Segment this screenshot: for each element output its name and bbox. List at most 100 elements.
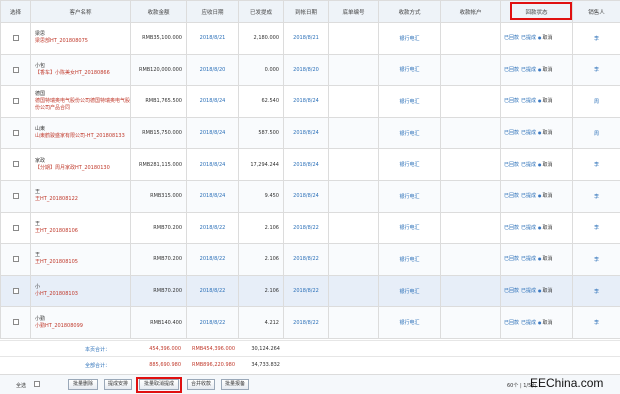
row-select-cell	[0, 53, 31, 87]
cancel-link[interactable]: 取消	[538, 288, 553, 294]
table-row[interactable]: 小小HT_201808103 RMB70.200 2018/8/22 2.106 201…	[0, 274, 620, 308]
select-all-checkbox[interactable]	[34, 381, 40, 387]
contract-code[interactable]: 德国特瑞奥电气股份公司德国特瑞奥电气股份公司产品合同	[35, 98, 130, 112]
col-receipt-no[interactable]: 底单编号	[328, 0, 379, 23]
status-commissioned: 已提成	[521, 319, 537, 326]
contract-code[interactable]: 山東鹤骏盛家有限公司-HT_201808133	[35, 133, 130, 140]
row-checkbox[interactable]	[12, 319, 19, 326]
customer-cell[interactable]: 王王HT_201808106	[30, 211, 131, 245]
col-amount[interactable]: 收款金额	[130, 0, 187, 23]
row-checkbox[interactable]	[12, 66, 19, 73]
customer-name[interactable]: 王	[35, 252, 130, 259]
cancel-link[interactable]: 取消	[538, 162, 553, 168]
row-checkbox[interactable]	[12, 129, 19, 136]
customer-cell[interactable]: 家政 【分期】周月家政HT_20180130	[30, 148, 131, 181]
customer-cell[interactable]: 王王HT_201808122	[30, 179, 131, 213]
status-commissioned: 已提成	[521, 256, 537, 263]
cancel-link[interactable]: 取消	[538, 320, 553, 326]
status-paid: 已回款	[504, 130, 520, 137]
contract-code[interactable]: 小勤HT_201808099	[35, 323, 130, 330]
row-checkbox[interactable]	[12, 35, 19, 42]
table-row[interactable]: 小包 【香车】小陈美女HT_20180866 RMB120,000.000 2018/…	[0, 53, 620, 87]
row-checkbox[interactable]	[12, 256, 19, 263]
contract-code[interactable]: 【分期】周月家政HT_20180130	[35, 165, 130, 172]
customer-name[interactable]: 小勤	[35, 316, 130, 323]
customer-name[interactable]: 小	[35, 284, 130, 291]
status-cell: 已回款已提成取消	[500, 22, 573, 55]
customer-cell[interactable]: 德国 德国特瑞奥电气股份公司德国特瑞奥电气股份公司产品合同	[30, 85, 131, 118]
col-due-date[interactable]: 应收日期	[186, 0, 239, 23]
row-checkbox[interactable]	[12, 161, 19, 168]
cancel-link[interactable]: 取消	[538, 98, 553, 104]
row-select-cell	[0, 85, 31, 118]
table-row[interactable]: 王王HT_201808105 RMB70.200 2018/8/22 2.106 201…	[0, 243, 620, 276]
col-sales[interactable]: 销售人	[572, 0, 620, 23]
cancel-link[interactable]: 取消	[538, 67, 553, 73]
status-cell: 已回款已提成取消	[500, 148, 573, 181]
cancel-link[interactable]: 取消	[538, 193, 553, 199]
col-arrival-date[interactable]: 到帐日期	[283, 0, 329, 23]
commission-cell: 62.540	[238, 85, 284, 118]
col-customer[interactable]: 客户名称	[30, 0, 131, 23]
row-checkbox[interactable]	[12, 287, 19, 294]
contract-code[interactable]: 王HT_201808106	[35, 228, 130, 235]
customer-cell[interactable]: 王王HT_201808105	[30, 243, 131, 276]
contract-code[interactable]: 【香车】小陈美女HT_20180866	[35, 70, 130, 77]
customer-cell[interactable]: 小小HT_201808103	[30, 274, 131, 308]
status-cell: 已回款已提成取消	[500, 179, 573, 213]
customer-name[interactable]: 王	[35, 221, 130, 228]
col-method[interactable]: 收款方式	[378, 0, 441, 23]
account-cell	[440, 211, 501, 245]
table-row[interactable]: 梁思 梁思部HT_201808075 RMB35,100.000 2018/8/21 2…	[0, 22, 620, 55]
customer-name[interactable]: 德国	[35, 91, 130, 98]
contract-code[interactable]: 梁思部HT_201808075	[35, 38, 130, 45]
receipt-no-cell	[328, 22, 379, 55]
batch-delete-button[interactable]: 批量删除	[68, 379, 98, 390]
row-checkbox[interactable]	[12, 193, 19, 200]
row-checkbox[interactable]	[12, 98, 19, 105]
merge-receipt-button[interactable]: 合并收款	[187, 379, 215, 390]
customer-name[interactable]: 王	[35, 189, 130, 196]
customer-cell[interactable]: 小勤 小勤HT_201808099	[30, 306, 131, 339]
due-date-cell: 2018/8/22	[186, 211, 239, 245]
table-row[interactable]: 小勤 小勤HT_201808099 RMB140.400 2018/8/22 4.212…	[0, 306, 620, 339]
col-account[interactable]: 收款帐户	[440, 0, 501, 23]
customer-cell[interactable]: 梁思 梁思部HT_201808075	[30, 22, 131, 55]
amount-cell: RMB70.200	[130, 211, 187, 245]
customer-cell[interactable]: 小包 【香车】小陈美女HT_20180866	[30, 53, 131, 87]
cancel-link[interactable]: 取消	[538, 256, 553, 262]
cancel-link[interactable]: 取消	[538, 225, 553, 231]
customer-cell[interactable]: 山東 山東鹤骏盛家有限公司-HT_201808133	[30, 116, 131, 150]
row-select-cell	[0, 274, 31, 308]
contract-code[interactable]: 王HT_201808122	[35, 196, 130, 203]
batch-report-button[interactable]: 批量报备	[221, 379, 249, 390]
customer-name[interactable]: 小包	[35, 63, 130, 70]
cancel-link[interactable]: 取消	[538, 130, 553, 136]
due-date-cell: 2018/8/20	[186, 53, 239, 87]
table-row[interactable]: 王王HT_201808106 RMB70.200 2018/8/22 2.106 201…	[0, 211, 620, 245]
contract-code[interactable]: 小HT_201808103	[35, 291, 130, 298]
table-row[interactable]: 德国 德国特瑞奥电气股份公司德国特瑞奥电气股份公司产品合同 RMB1,765.500…	[0, 85, 620, 118]
row-checkbox[interactable]	[12, 224, 19, 231]
account-cell	[440, 306, 501, 339]
cancel-link[interactable]: 取消	[538, 35, 553, 41]
table-row[interactable]: 山東 山東鹤骏盛家有限公司-HT_201808133 RMB15,750.000 20…	[0, 116, 620, 150]
page-total-label: 本页合计：	[85, 347, 111, 353]
due-date-cell: 2018/8/24	[186, 85, 239, 118]
col-commission[interactable]: 已发提成	[238, 0, 284, 23]
method-cell: 银行电汇	[378, 85, 441, 118]
status-paid: 已回款	[504, 35, 520, 42]
customer-name[interactable]: 家政	[35, 158, 130, 165]
account-cell	[440, 243, 501, 276]
table-row[interactable]: 王王HT_201808122 RMB315.000 2018/8/24 9.450 20…	[0, 179, 620, 213]
sales-cell: 周	[572, 116, 620, 150]
table-row[interactable]: 家政 【分期】周月家政HT_20180130 RMB281,115.000 2018/…	[0, 148, 620, 181]
account-cell	[440, 116, 501, 150]
commission-cell: 17,294.244	[238, 148, 284, 181]
all-total-rmb: RMB896,220.980	[191, 362, 235, 368]
commission-arrange-button[interactable]: 提成安排	[104, 379, 132, 390]
watermark-logo: EEChina.com	[530, 376, 604, 390]
contract-code[interactable]: 王HT_201808105	[35, 259, 130, 266]
row-select-cell	[0, 179, 31, 213]
arrival-date-cell: 2018/8/20	[283, 53, 329, 87]
